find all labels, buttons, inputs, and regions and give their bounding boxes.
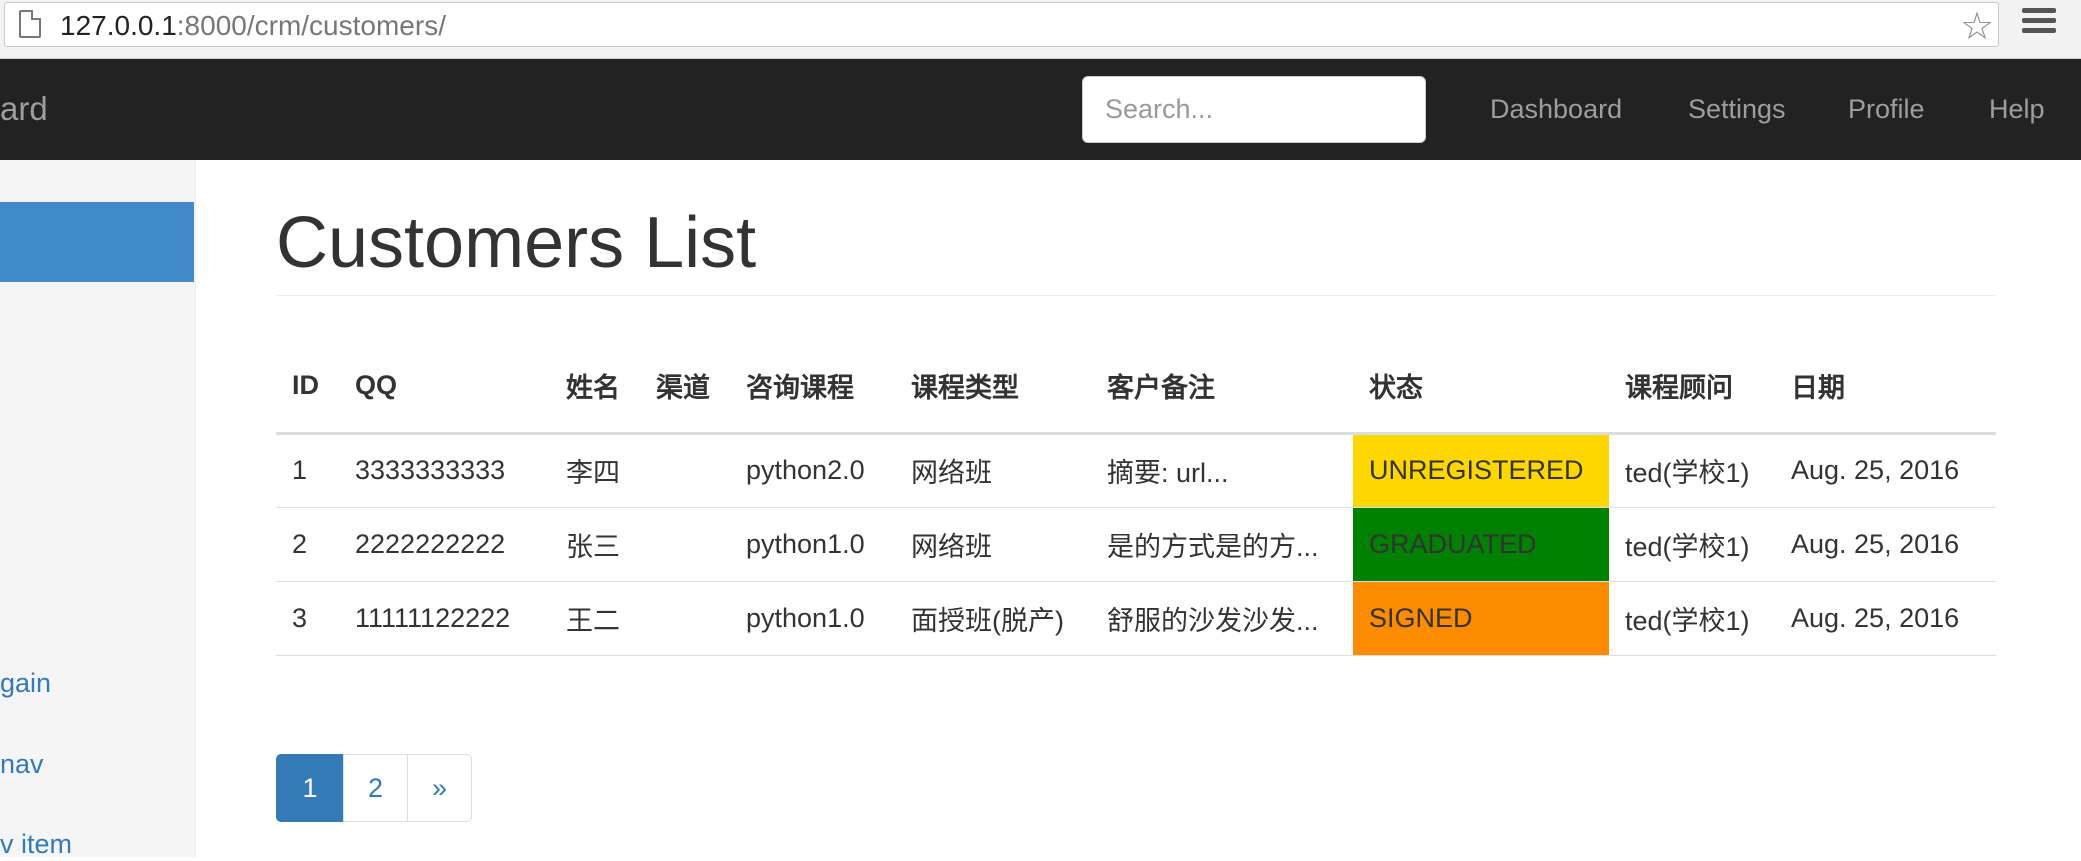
url-host: 127.0.0.1 [60,10,177,41]
cell-id: 1 [276,433,339,508]
cell-channel [640,507,730,582]
nav-link-dashboard[interactable]: Dashboard [1490,91,1622,127]
column-header-id: ID [276,340,339,435]
customers-table: ID QQ 姓名 渠道 咨询课程 课程类型 客户备注 状态 课程顾问 日期 1 … [276,340,1996,656]
next-page-button[interactable]: » [407,754,472,822]
status-badge: GRADUATED [1353,507,1609,582]
page-title: Customers List [276,203,757,283]
cell-channel [640,581,730,656]
column-header-qq: QQ [339,340,550,435]
column-header-channel: 渠道 [640,340,730,435]
url-text[interactable]: 127.0.0.1:8000/crm/customers/ [60,9,446,43]
cell-qq: 3333333333 [339,433,550,508]
column-header-note: 客户备注 [1091,340,1353,435]
table-row: 3 11111122222 王二 python1.0 面授班(脱产) 舒服的沙发… [276,581,1996,656]
cell-note: 是的方式是的方... [1091,507,1353,582]
cell-channel [640,433,730,508]
cell-name: 李四 [550,433,640,508]
url-path: :8000/crm/customers/ [176,10,446,41]
table-row: 2 2222222222 张三 python1.0 网络班 是的方式是的方...… [276,507,1996,582]
cell-date: Aug. 25, 2016 [1775,507,1996,582]
column-header-course-type: 课程类型 [895,340,1091,435]
sidebar-item-gain[interactable]: gain [0,666,51,700]
browser-toolbar: 127.0.0.1:8000/crm/customers/ ☆ [0,0,2081,59]
cell-course: python1.0 [730,581,895,656]
sidebar-item-nav[interactable]: nav [0,747,44,781]
menu-icon[interactable] [2022,8,2056,38]
cell-note: 舒服的沙发沙发... [1091,581,1353,656]
pagination: 1 2 » [276,754,472,822]
cell-course: python1.0 [730,507,895,582]
cell-consultant: ted(学校1) [1609,433,1775,508]
title-divider [276,295,1996,296]
cell-date: Aug. 25, 2016 [1775,581,1996,656]
cell-id: 2 [276,507,339,582]
cell-note: 摘要: url... [1091,433,1353,508]
nav-link-help[interactable]: Help [1989,91,2045,127]
cell-name: 张三 [550,507,640,582]
search-input[interactable] [1082,76,1426,143]
cell-qq: 11111122222 [339,581,550,656]
cell-course: python2.0 [730,433,895,508]
sidebar-item-nav-item[interactable]: v item [0,827,72,861]
cell-consultant: ted(学校1) [1609,581,1775,656]
page-button-1[interactable]: 1 [276,754,344,822]
column-header-course: 咨询课程 [730,340,895,435]
cell-qq: 2222222222 [339,507,550,582]
cell-course-type: 面授班(脱产) [895,581,1091,656]
star-icon[interactable]: ☆ [1960,7,1994,47]
cell-name: 王二 [550,581,640,656]
column-header-name: 姓名 [550,340,640,435]
column-header-consultant: 课程顾问 [1609,340,1775,435]
column-header-date: 日期 [1775,340,1996,435]
status-badge: SIGNED [1353,581,1609,656]
nav-link-settings[interactable]: Settings [1688,91,1786,127]
table-row: 1 3333333333 李四 python2.0 网络班 摘要: url...… [276,433,1996,508]
cell-course-type: 网络班 [895,433,1091,508]
cell-consultant: ted(学校1) [1609,507,1775,582]
cell-id: 3 [276,581,339,656]
page-button-2[interactable]: 2 [343,754,408,822]
nav-link-profile[interactable]: Profile [1848,91,1925,127]
status-badge: UNREGISTERED [1353,433,1609,508]
main-content: Customers List ID QQ 姓名 渠道 咨询课程 课程类型 客户备… [196,160,2081,857]
navbar-brand[interactable]: ard [0,89,48,129]
sidebar-item-active[interactable] [0,202,194,282]
cell-date: Aug. 25, 2016 [1775,433,1996,508]
column-header-status: 状态 [1353,340,1609,435]
sidebar: gain nav v item [0,160,196,859]
top-navbar: ard Dashboard Settings Profile Help [0,59,2081,160]
page-icon [19,10,41,38]
cell-course-type: 网络班 [895,507,1091,582]
table-header-row: ID QQ 姓名 渠道 咨询课程 课程类型 客户备注 状态 课程顾问 日期 [276,340,1996,435]
address-bar[interactable]: 127.0.0.1:8000/crm/customers/ ☆ [4,2,1999,47]
